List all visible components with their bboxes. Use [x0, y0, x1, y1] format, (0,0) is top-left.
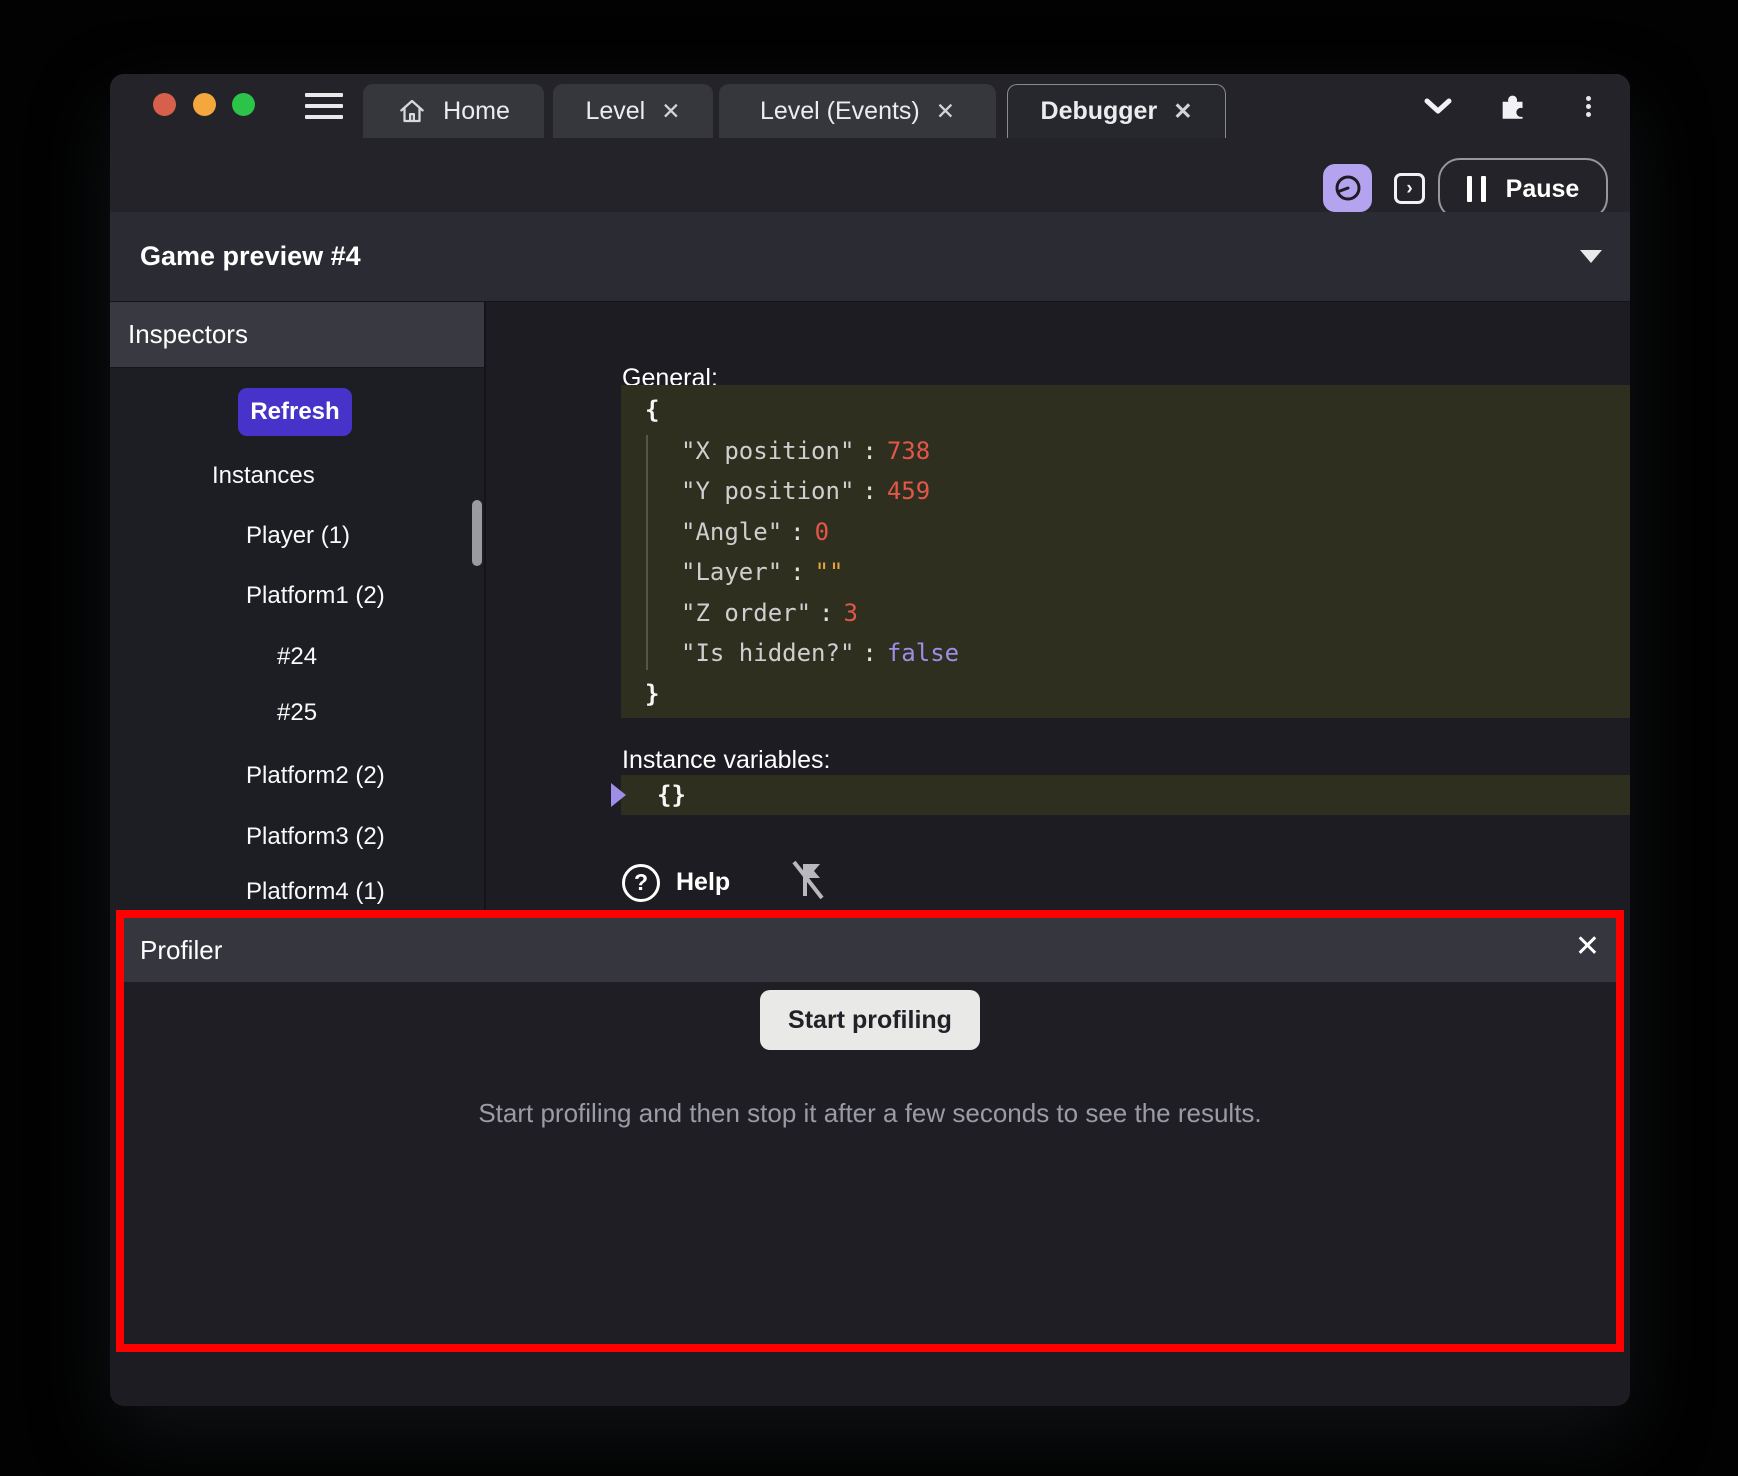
tree-item-instance-24[interactable]: #24	[277, 643, 317, 671]
tab-label: Debugger	[1040, 97, 1158, 125]
tree-item-platform4[interactable]: Platform4 (1)	[246, 878, 385, 906]
tree-item-platform3[interactable]: Platform3 (2)	[246, 823, 385, 851]
maximize-window-button[interactable]	[232, 93, 255, 116]
pause-label: Pause	[1505, 174, 1580, 203]
home-icon	[400, 99, 424, 123]
inspectors-header: Inspectors	[110, 302, 484, 368]
more-options-kebab-icon[interactable]	[1570, 88, 1606, 124]
question-mark-icon: ?	[622, 863, 660, 902]
profiler-panel: Profiler ✕ Start profiling Start profili…	[116, 910, 1624, 1352]
tab-label: Level (Events)	[759, 96, 920, 125]
console-button[interactable]: ›	[1394, 173, 1425, 204]
help-row: ? Help	[622, 858, 826, 907]
json-close-brace: }	[645, 679, 660, 708]
json-entry-y-position: "Y position":459	[681, 477, 931, 505]
tree-item-platform2[interactable]: Platform2 (2)	[246, 762, 385, 790]
profiler-body: Start profiling Start profiling and then…	[124, 982, 1616, 1344]
debugger-content: Inspectors Refresh Instances Player (1) …	[110, 302, 1630, 912]
debugger-toolbar: › Pause	[110, 138, 1630, 220]
pause-icon	[1466, 176, 1486, 202]
refresh-button[interactable]: Refresh	[238, 388, 352, 436]
extensions-puzzle-icon[interactable]	[1496, 88, 1532, 124]
tab-home[interactable]: Home	[363, 84, 544, 138]
game-preview-header[interactable]: Game preview #4	[110, 212, 1630, 302]
start-profiling-button[interactable]: Start profiling	[760, 990, 980, 1050]
picking-disabled-flag-icon[interactable]	[790, 858, 826, 907]
tab-level-events[interactable]: Level (Events) ✕	[719, 84, 996, 138]
tab-label: Home	[443, 96, 510, 125]
chevron-down-icon[interactable]	[1420, 88, 1456, 124]
hamburger-menu-icon[interactable]	[305, 93, 343, 119]
instance-variables-label: Instance variables:	[622, 746, 831, 774]
tree-item-instances[interactable]: Instances	[212, 462, 315, 490]
close-profiler-icon[interactable]: ✕	[1575, 932, 1600, 962]
tree-item-player[interactable]: Player (1)	[246, 522, 350, 550]
profiler-gauge-button[interactable]	[1323, 164, 1372, 212]
tab-level[interactable]: Level ✕	[553, 84, 713, 138]
tab-label: Level	[585, 96, 646, 125]
inspectors-title: Inspectors	[128, 319, 248, 349]
profiler-header: Profiler ✕	[124, 918, 1616, 982]
help-label: Help	[676, 868, 731, 896]
tab-debugger[interactable]: Debugger ✕	[1007, 84, 1226, 138]
close-window-button[interactable]	[153, 93, 176, 116]
json-entry-angle: "Angle":0	[681, 517, 830, 546]
minimize-window-button[interactable]	[193, 93, 216, 116]
json-entry-x-position: "X position":738	[681, 436, 931, 465]
help-button[interactable]: ? Help	[622, 863, 731, 902]
inspectors-sidebar: Inspectors Refresh Instances Player (1) …	[110, 302, 486, 912]
close-tab-icon[interactable]: ✕	[936, 99, 955, 123]
json-entry-z-order: "Z order":3	[681, 598, 858, 627]
instance-variables-value: {}	[657, 781, 686, 809]
close-tab-icon[interactable]: ✕	[661, 99, 680, 123]
game-preview-title: Game preview #4	[140, 241, 361, 271]
console-icon: ›	[1406, 177, 1413, 199]
collapse-caret-icon[interactable]	[1580, 250, 1602, 263]
expand-triangle-icon[interactable]	[611, 783, 626, 807]
pause-button[interactable]: Pause	[1438, 158, 1608, 220]
inspector-detail-panel: General: { "X position":738 "Y position"…	[488, 302, 1630, 912]
app-window: Home Level ✕ Level (Events) ✕ Debugger ✕	[110, 74, 1630, 1406]
profiler-description: Start profiling and then stop it after a…	[478, 1098, 1262, 1128]
title-bar: Home Level ✕ Level (Events) ✕ Debugger ✕	[110, 74, 1630, 138]
indent-guide	[646, 435, 648, 670]
json-entry-layer: "Layer": ""	[681, 558, 844, 586]
tree-item-instance-25[interactable]: #25	[277, 699, 317, 727]
close-tab-icon[interactable]: ✕	[1173, 100, 1192, 123]
gauge-icon	[1335, 175, 1360, 201]
profiler-title: Profiler	[140, 934, 223, 965]
instance-variables-view: {}	[611, 775, 1630, 815]
json-entry-is-hidden: "Is hidden?": false	[681, 639, 960, 667]
sidebar-scrollbar[interactable]	[472, 500, 482, 566]
json-open-brace: {	[645, 396, 660, 424]
general-json-view: { "X position":738 "Y position":459 "Ang…	[621, 385, 1630, 718]
tree-item-platform1[interactable]: Platform1 (2)	[246, 582, 385, 610]
